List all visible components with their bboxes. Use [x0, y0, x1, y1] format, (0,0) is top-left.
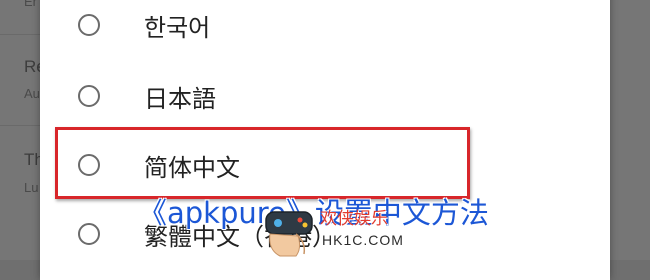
background-item-subtitle: Au — [24, 86, 40, 101]
radio-button[interactable] — [78, 85, 100, 107]
background-item-subtitle: Er — [24, 0, 37, 9]
language-option-label: 日本語 — [144, 84, 216, 113]
radio-button[interactable] — [78, 14, 100, 36]
highlight-box — [55, 127, 470, 199]
background-divider — [0, 125, 40, 126]
language-option-korean[interactable]: 한국어 — [40, 0, 610, 58]
watermark-title: 欢侠娱乐 — [320, 209, 388, 229]
background-item-subtitle: Lu — [24, 180, 39, 195]
game-controller-hand-icon — [265, 211, 313, 257]
language-option-japanese[interactable]: 日本語 — [40, 63, 610, 129]
watermark-logo: 欢侠娱乐 HK1C.COM — [262, 198, 412, 260]
radio-button[interactable] — [78, 223, 100, 245]
background-divider — [0, 34, 40, 35]
watermark-site: HK1C.COM — [322, 232, 404, 248]
language-option-label: 한국어 — [144, 13, 211, 42]
